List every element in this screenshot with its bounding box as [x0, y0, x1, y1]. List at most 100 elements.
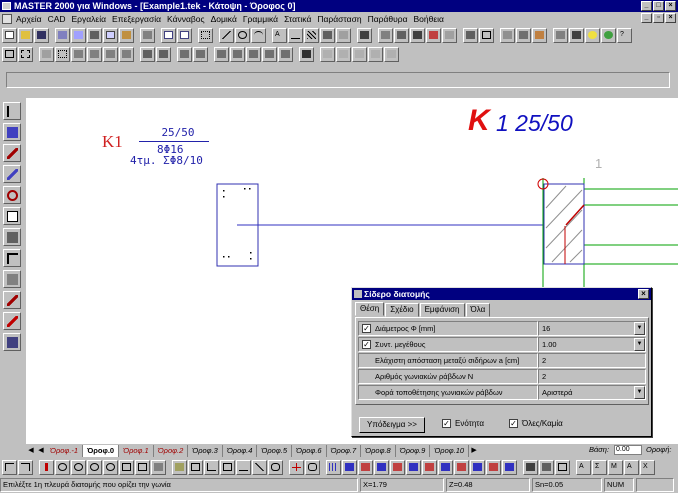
all-none-checkbox[interactable]: ✓: [509, 419, 518, 428]
measure-icon[interactable]: [236, 459, 251, 475]
redo-icon[interactable]: [18, 459, 33, 475]
snap-grid-icon[interactable]: [55, 46, 70, 62]
text-m-icon[interactable]: M: [608, 459, 623, 475]
maximize-button[interactable]: □: [653, 1, 664, 11]
layer-tool-icon[interactable]: [3, 333, 21, 351]
foundation-icon[interactable]: [463, 27, 478, 43]
scale-select[interactable]: 1.00 ▼: [538, 337, 646, 352]
zoom-out-icon[interactable]: [71, 459, 86, 475]
first-tab-icon[interactable]: ◀: [26, 445, 36, 456]
diameter-checkbox[interactable]: ✓: [362, 324, 371, 333]
properties-icon[interactable]: [177, 27, 192, 43]
floor-tab[interactable]: Όροφ.5: [257, 444, 292, 457]
symbol-icon[interactable]: [336, 27, 351, 43]
zoom-prev-icon[interactable]: [103, 459, 118, 475]
new-file-icon[interactable]: [2, 27, 17, 43]
layers-icon[interactable]: [553, 27, 568, 43]
dwg-export-icon[interactable]: [55, 27, 70, 43]
rect-icon[interactable]: [220, 459, 235, 475]
menu-static[interactable]: Στατικά: [284, 14, 311, 24]
edge-tool-icon[interactable]: [3, 165, 21, 183]
bookmark-icon[interactable]: [299, 46, 314, 62]
brush-tool-icon[interactable]: [3, 312, 21, 330]
filter-2-icon[interactable]: [374, 459, 389, 475]
hatch-icon[interactable]: [304, 27, 319, 43]
offset-icon[interactable]: [246, 46, 261, 62]
tab-position[interactable]: Θέση: [355, 302, 385, 316]
save-icon[interactable]: [34, 27, 49, 43]
align-icon[interactable]: [140, 46, 155, 62]
transform-tool-icon[interactable]: [3, 270, 21, 288]
pipette-tool-icon[interactable]: [3, 291, 21, 309]
copy-icon[interactable]: [103, 27, 118, 43]
beam-icon[interactable]: [394, 27, 409, 43]
prev-tab-icon[interactable]: ◀: [36, 445, 46, 456]
node-tool-icon[interactable]: [3, 123, 21, 141]
snap-icon[interactable]: [39, 46, 54, 62]
stretch-icon[interactable]: [214, 46, 229, 62]
menu-view[interactable]: Παράσταση: [317, 14, 361, 24]
mirror-icon[interactable]: [193, 46, 208, 62]
snap-toggle-icon[interactable]: [342, 459, 357, 475]
filter-5-icon[interactable]: [422, 459, 437, 475]
frame-icon[interactable]: [479, 27, 494, 43]
line-icon[interactable]: [219, 27, 234, 43]
window-select-icon[interactable]: [18, 46, 33, 62]
diameter-select[interactable]: 16 ▼: [538, 321, 646, 336]
paste-icon[interactable]: [119, 27, 134, 43]
ring-tool-icon[interactable]: [3, 186, 21, 204]
filter-8-icon[interactable]: [470, 459, 485, 475]
menu-tools[interactable]: Εργαλεία: [72, 14, 107, 24]
pan-icon[interactable]: [151, 459, 166, 475]
open-file-icon[interactable]: [18, 27, 33, 43]
menu-files[interactable]: Αρχεία: [16, 14, 42, 24]
distribute-icon[interactable]: [156, 46, 171, 62]
menu-linear[interactable]: Γραμμικά: [243, 14, 278, 24]
hammer-icon[interactable]: [357, 27, 372, 43]
zoom-in-icon[interactable]: [55, 459, 70, 475]
floor-tab[interactable]: Όροφ.2: [154, 444, 189, 457]
doc-restore-button[interactable]: ▫: [653, 13, 664, 23]
floor-tab[interactable]: Όροφ.9: [396, 444, 431, 457]
close-button[interactable]: ×: [665, 1, 676, 11]
cloud-icon[interactable]: [268, 459, 283, 475]
menu-help[interactable]: Βοήθεια: [414, 14, 444, 24]
slab-icon[interactable]: [378, 27, 393, 43]
grid-toggle-icon[interactable]: [326, 459, 341, 475]
min-spacing-field[interactable]: 2: [538, 353, 646, 368]
text-a-icon[interactable]: A: [576, 459, 591, 475]
floor-tab[interactable]: Όροφ.6: [292, 444, 327, 457]
calc-icon[interactable]: [500, 27, 515, 43]
color-icon[interactable]: [601, 27, 616, 43]
rebar-tool-icon[interactable]: [3, 249, 21, 267]
floor-tab[interactable]: Όροφ.3: [188, 444, 223, 457]
tab-all[interactable]: Όλα: [465, 303, 491, 317]
filter-10-icon[interactable]: [502, 459, 517, 475]
floor-tab[interactable]: Όροφ.8: [361, 444, 396, 457]
stair-icon[interactable]: [442, 27, 457, 43]
help-icon[interactable]: ?: [617, 27, 632, 43]
menu-structural[interactable]: Δομικά: [211, 14, 237, 24]
menu-cad[interactable]: CAD: [48, 14, 66, 24]
zoom-extents-icon[interactable]: [135, 459, 150, 475]
wall-icon[interactable]: [426, 27, 441, 43]
snap-mid-icon[interactable]: [87, 46, 102, 62]
select-all-icon[interactable]: [2, 46, 17, 62]
pen-icon[interactable]: [569, 27, 584, 43]
print-preview-icon[interactable]: [71, 27, 86, 43]
trim-icon[interactable]: [262, 46, 277, 62]
next-tab-icon[interactable]: ▶: [469, 445, 479, 456]
results-icon[interactable]: [516, 27, 531, 43]
corner-count-field[interactable]: 2: [538, 369, 646, 384]
redraw-icon[interactable]: [172, 459, 187, 475]
floor-tab[interactable]: Όροφ.4: [223, 444, 258, 457]
stop-icon[interactable]: [39, 459, 54, 475]
lightbulb-icon[interactable]: [585, 27, 600, 43]
doc-close-button[interactable]: ×: [665, 13, 676, 23]
filter-1-icon[interactable]: [358, 459, 373, 475]
table-icon[interactable]: [161, 27, 176, 43]
undo-icon[interactable]: [2, 459, 17, 475]
unity-check[interactable]: ✓ Ενότητα: [442, 419, 484, 428]
all-none-check[interactable]: ✓ Όλες/Καμία: [509, 419, 563, 428]
example-button[interactable]: Υπόδειγμα >>: [359, 417, 425, 433]
